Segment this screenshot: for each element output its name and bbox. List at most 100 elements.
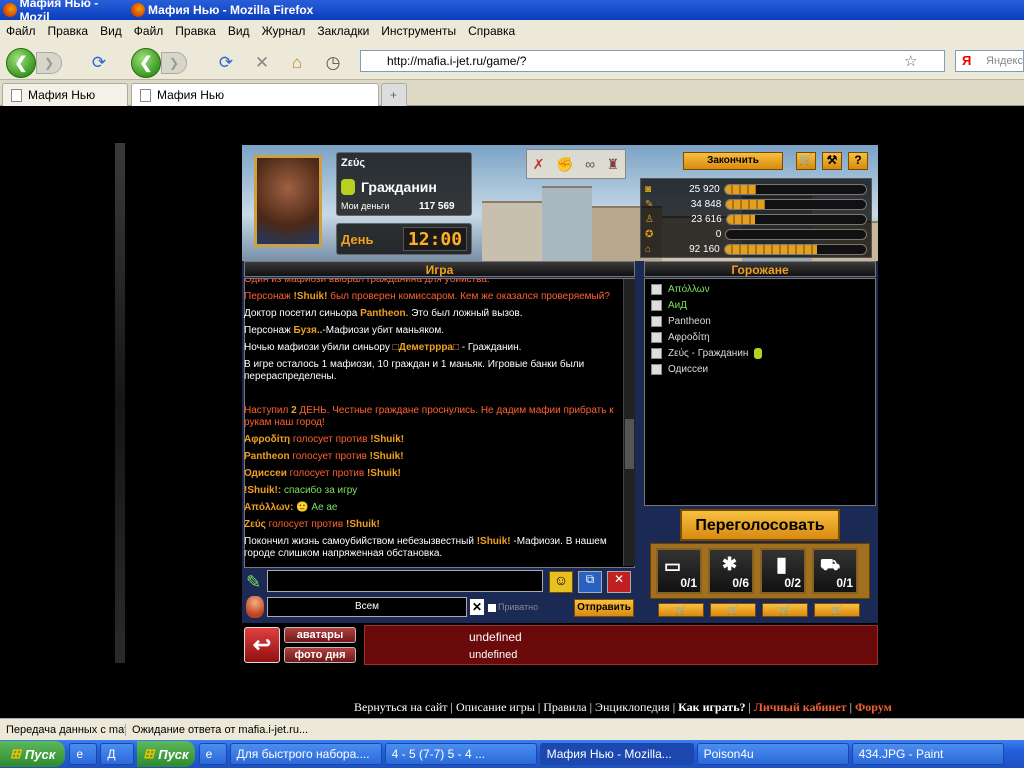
start-button[interactable]: ⊞ Пуск [0,741,66,767]
citizen-row[interactable]: Ζεύς - Гражданин [645,345,875,361]
menu-edit-2[interactable]: Правка [169,24,222,38]
menu-help[interactable]: Справка [462,24,521,38]
yandex-icon: Я [962,53,972,68]
footer-link-account[interactable]: Личный кабинет [754,700,847,714]
taskbar-item-paint[interactable]: 434.JPG - Paint [851,743,1004,765]
search-box[interactable]: Я Яндекс [955,50,1024,72]
citizen-row[interactable]: Pantheon [645,313,875,329]
scroll-thumb[interactable] [625,419,634,469]
citizens-panel: Απόλλων АиД Pantheon Αφροδίτη Ζεύς - Граждан… [644,278,876,506]
citizens-list: Απόλλων АиД Pantheon Αφροδίτη Ζεύς - Граждан… [645,279,875,377]
menu-view-2[interactable]: Вид [222,24,256,38]
taskbar-item-chat[interactable]: 4 - 5 (7-7) 5 - 4 ... [384,743,537,765]
chat-message: Один из мафиози выбрал гражданина для уб… [244,279,490,285]
ie-quicklaunch-icon[interactable]: e [69,743,98,765]
footer-link-how-to-play[interactable]: Как играть? [678,700,745,714]
info-panel: undefined undefined [364,625,878,665]
citizen-name: Αφροδίτη [668,331,710,343]
item-slot-3[interactable]: ▮ 0/2 [760,548,806,594]
bag-icon: ♜ [606,155,620,172]
citizen-row[interactable]: Απόλλων [645,281,875,297]
buy-cart-icon[interactable]: 🛒 [710,603,756,617]
recipient-select[interactable]: Всем [267,597,467,617]
window-title-bar: Мафия Нью - Mozil Мафия Нью - Mozilla Fi… [0,0,1024,24]
footer-link-description[interactable]: Описание игры [456,700,535,714]
chat-message: Αφροδίτη голосует против !Shuik! [244,434,405,445]
menu-tools[interactable]: Инструменты [375,24,462,38]
help-button[interactable]: ? [848,152,868,170]
tools-icon[interactable]: ⚒ [822,152,842,170]
menu-history[interactable]: Журнал [256,24,312,38]
citizen-avatar-icon [651,299,662,311]
address-bar[interactable]: http://mafia.i-jet.ru/game/? [360,50,945,72]
menu-view[interactable]: Вид [94,24,128,38]
private-checkbox[interactable] [488,604,496,612]
smiley-icon[interactable]: ☺ [549,571,573,593]
chat-panel-header: Игра [244,261,635,277]
citizen-name: Одиссеи [668,363,709,375]
tab-1[interactable]: Мафия Нью [2,83,128,106]
forward-button-2[interactable]: ❯ [161,52,187,74]
shop-icon[interactable]: 🛒 [796,152,816,170]
buy-cart-icon[interactable]: 🛒 [814,603,860,617]
menu-bookmarks[interactable]: Закладки [311,24,375,38]
footer-link-encyclopedia[interactable]: Энциклопедия [595,700,670,714]
revote-button[interactable]: Переголосовать [680,509,840,541]
menu-file-2[interactable]: Файл [128,24,170,38]
window-title-2: Мафия Нью - Mozilla Firefox [148,3,314,17]
new-tab-button[interactable]: + [381,83,407,106]
citizen-row[interactable]: Одиссеи [645,361,875,377]
taskbar-item-poison[interactable]: Poison4u [696,743,849,765]
buy-cart-icon[interactable]: 🛒 [658,603,704,617]
footer-link-rules[interactable]: Правила [543,700,586,714]
taskbar-item-quickdial[interactable]: Для быстрого набора.... [229,743,382,765]
footer-link-back[interactable]: Вернуться на сайт [354,700,448,714]
start-button-2[interactable]: ⊞ Пуск [137,741,195,767]
ie-quicklaunch-icon-2[interactable]: e [198,743,227,765]
search-placeholder: Яндекс [986,55,1023,67]
item-slot-4[interactable]: ⛟ 0/1 [812,548,858,594]
reload-icon-2[interactable]: ⟳ [215,52,237,74]
taskbar-item-d[interactable]: Д [100,743,135,765]
tab-2[interactable]: Мафия Нью [131,83,379,106]
user-icon [246,596,264,618]
stop-icon[interactable]: ✕ [251,52,273,74]
copy-icon[interactable]: ⧉ [578,571,602,593]
glasses-icon: ∞ [585,156,596,172]
buy-cart-icon[interactable]: 🛒 [762,603,808,617]
citizen-name: Απόλλων [668,283,710,295]
menu-edit[interactable]: Правка [42,24,95,38]
pencil-icon: ✎ [246,572,262,592]
back-button-2[interactable]: ❮ [131,48,161,78]
avatars-button[interactable]: аватары [284,627,356,643]
return-arrow-icon[interactable]: ↩ [244,627,280,663]
stat-row: ◙ 25 920 [645,183,867,196]
bookmark-star-icon[interactable]: ☆ [904,52,917,70]
item-slot-1[interactable]: ▭ 0/1 [656,548,702,594]
footer-link-forum[interactable]: Форум [855,700,892,714]
citizen-name: АиД [668,299,688,311]
reload-icon[interactable]: ⟳ [88,52,110,74]
background-strip [115,143,125,663]
car-icon: ⛟ [820,557,841,574]
history-icon[interactable]: ◷ [322,52,344,74]
citizen-row[interactable]: Αφροδίτη [645,329,875,345]
home-icon[interactable]: ⌂ [286,52,308,74]
clear-recipient-icon[interactable]: ✕ [470,599,484,615]
taskbar-item-firefox[interactable]: Мафия Нью - Mozilla... [539,743,694,765]
game-clock: 12:00 [403,227,467,251]
menu-file[interactable]: Файл [0,24,42,38]
item-slot-2[interactable]: ✱ 0/6 [708,548,754,594]
citizen-row[interactable]: АиД [645,297,875,313]
finish-button[interactable]: Закончить [683,152,783,170]
clear-icon[interactable]: ✕ [607,571,631,593]
chat-message: Одиссеи голосует против !Shuik! [244,468,401,479]
forward-button[interactable]: ❯ [36,52,62,74]
chat-scrollbar[interactable] [623,279,635,566]
chat-message: Απόλλων: 🙂 Ае ае [244,502,338,513]
back-button[interactable]: ❮ [6,48,36,78]
citizen-icon [341,179,355,195]
send-button[interactable]: Отправить [574,599,634,617]
day-photo-button[interactable]: фото дня [284,647,356,663]
chat-message-input[interactable] [267,570,543,592]
